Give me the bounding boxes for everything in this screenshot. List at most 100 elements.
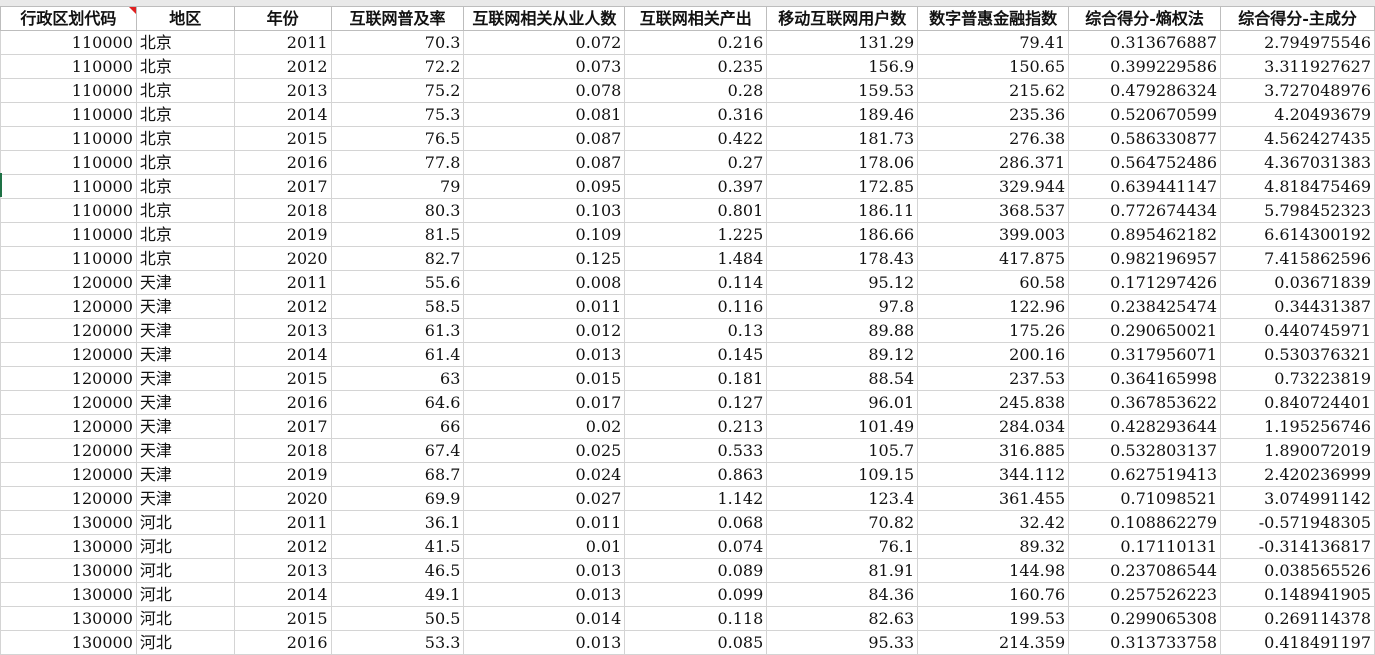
region-name-cell[interactable]: 北京 — [135, 54, 235, 79]
pca-score-cell[interactable]: 4.562427435 — [1220, 126, 1375, 151]
header-cell[interactable]: 数字普惠金融指数 — [917, 6, 1070, 31]
internet-output-cell[interactable]: 0.074 — [624, 534, 768, 559]
year-cell[interactable]: 2014 — [233, 342, 332, 367]
header-cell[interactable]: 综合得分-主成分 — [1220, 6, 1375, 31]
internet-penetration-cell[interactable]: 36.1 — [330, 510, 465, 535]
internet-employees-cell[interactable]: 0.027 — [463, 486, 626, 511]
region-name-cell[interactable]: 北京 — [135, 222, 235, 247]
internet-penetration-cell[interactable]: 53.3 — [330, 630, 465, 655]
entropy-score-cell[interactable]: 0.313733758 — [1068, 630, 1222, 655]
entropy-score-cell[interactable]: 0.586330877 — [1068, 126, 1222, 151]
internet-output-cell[interactable]: 0.116 — [624, 294, 768, 319]
digital-finance-index-cell[interactable]: 399.003 — [917, 222, 1070, 247]
pca-score-cell[interactable]: -0.314136817 — [1220, 534, 1375, 559]
year-cell[interactable]: 2019 — [233, 222, 332, 247]
internet-penetration-cell[interactable]: 79 — [330, 174, 465, 199]
internet-output-cell[interactable]: 0.533 — [624, 438, 768, 463]
internet-penetration-cell[interactable]: 61.3 — [330, 318, 465, 343]
digital-finance-index-cell[interactable]: 368.537 — [917, 198, 1070, 223]
entropy-score-cell[interactable]: 0.532803137 — [1068, 438, 1222, 463]
pca-score-cell[interactable]: 2.794975546 — [1220, 30, 1375, 55]
mobile-users-cell[interactable]: 156.9 — [766, 54, 919, 79]
pca-score-cell[interactable]: -0.571948305 — [1220, 510, 1375, 535]
pca-score-cell[interactable]: 1.890072019 — [1220, 438, 1375, 463]
region-code-cell[interactable]: 110000 — [0, 150, 137, 175]
mobile-users-cell[interactable]: 181.73 — [766, 126, 919, 151]
entropy-score-cell[interactable]: 0.171297426 — [1068, 270, 1222, 295]
header-cell[interactable]: 互联网普及率 — [330, 6, 465, 31]
digital-finance-index-cell[interactable]: 329.944 — [917, 174, 1070, 199]
mobile-users-cell[interactable]: 189.46 — [766, 102, 919, 127]
internet-penetration-cell[interactable]: 46.5 — [330, 558, 465, 583]
digital-finance-index-cell[interactable]: 276.38 — [917, 126, 1070, 151]
region-name-cell[interactable]: 天津 — [135, 366, 235, 391]
pca-score-cell[interactable]: 0.840724401 — [1220, 390, 1375, 415]
internet-output-cell[interactable]: 0.114 — [624, 270, 768, 295]
internet-penetration-cell[interactable]: 80.3 — [330, 198, 465, 223]
region-name-cell[interactable]: 河北 — [135, 534, 235, 559]
internet-employees-cell[interactable]: 0.025 — [463, 438, 626, 463]
internet-employees-cell[interactable]: 0.024 — [463, 462, 626, 487]
region-code-cell[interactable]: 120000 — [0, 462, 137, 487]
internet-employees-cell[interactable]: 0.125 — [463, 246, 626, 271]
year-cell[interactable]: 2011 — [233, 270, 332, 295]
entropy-score-cell[interactable]: 0.479286324 — [1068, 78, 1222, 103]
mobile-users-cell[interactable]: 101.49 — [766, 414, 919, 439]
region-name-cell[interactable]: 天津 — [135, 318, 235, 343]
internet-penetration-cell[interactable]: 49.1 — [330, 582, 465, 607]
digital-finance-index-cell[interactable]: 32.42 — [917, 510, 1070, 535]
digital-finance-index-cell[interactable]: 344.112 — [917, 462, 1070, 487]
region-name-cell[interactable]: 北京 — [135, 126, 235, 151]
internet-output-cell[interactable]: 0.181 — [624, 366, 768, 391]
region-name-cell[interactable]: 北京 — [135, 246, 235, 271]
internet-employees-cell[interactable]: 0.017 — [463, 390, 626, 415]
year-cell[interactable]: 2020 — [233, 246, 332, 271]
year-cell[interactable]: 2013 — [233, 318, 332, 343]
internet-penetration-cell[interactable]: 63 — [330, 366, 465, 391]
year-cell[interactable]: 2016 — [233, 390, 332, 415]
entropy-score-cell[interactable]: 0.639441147 — [1068, 174, 1222, 199]
internet-employees-cell[interactable]: 0.013 — [463, 342, 626, 367]
internet-output-cell[interactable]: 0.235 — [624, 54, 768, 79]
internet-penetration-cell[interactable]: 50.5 — [330, 606, 465, 631]
mobile-users-cell[interactable]: 172.85 — [766, 174, 919, 199]
internet-employees-cell[interactable]: 0.011 — [463, 294, 626, 319]
internet-output-cell[interactable]: 0.118 — [624, 606, 768, 631]
mobile-users-cell[interactable]: 82.63 — [766, 606, 919, 631]
digital-finance-index-cell[interactable]: 245.838 — [917, 390, 1070, 415]
entropy-score-cell[interactable]: 0.17110131 — [1068, 534, 1222, 559]
year-cell[interactable]: 2012 — [233, 534, 332, 559]
internet-output-cell[interactable]: 0.213 — [624, 414, 768, 439]
pca-score-cell[interactable]: 3.074991142 — [1220, 486, 1375, 511]
entropy-score-cell[interactable]: 0.108862279 — [1068, 510, 1222, 535]
mobile-users-cell[interactable]: 76.1 — [766, 534, 919, 559]
year-cell[interactable]: 2020 — [233, 486, 332, 511]
entropy-score-cell[interactable]: 0.772674434 — [1068, 198, 1222, 223]
internet-penetration-cell[interactable]: 70.3 — [330, 30, 465, 55]
pca-score-cell[interactable]: 1.195256746 — [1220, 414, 1375, 439]
year-cell[interactable]: 2011 — [233, 30, 332, 55]
internet-penetration-cell[interactable]: 58.5 — [330, 294, 465, 319]
digital-finance-index-cell[interactable]: 60.58 — [917, 270, 1070, 295]
internet-penetration-cell[interactable]: 72.2 — [330, 54, 465, 79]
pca-score-cell[interactable]: 7.415862596 — [1220, 246, 1375, 271]
digital-finance-index-cell[interactable]: 144.98 — [917, 558, 1070, 583]
internet-penetration-cell[interactable]: 82.7 — [330, 246, 465, 271]
mobile-users-cell[interactable]: 70.82 — [766, 510, 919, 535]
region-name-cell[interactable]: 北京 — [135, 174, 235, 199]
internet-output-cell[interactable]: 1.225 — [624, 222, 768, 247]
pca-score-cell[interactable]: 3.311927627 — [1220, 54, 1375, 79]
mobile-users-cell[interactable]: 131.29 — [766, 30, 919, 55]
internet-penetration-cell[interactable]: 64.6 — [330, 390, 465, 415]
entropy-score-cell[interactable]: 0.364165998 — [1068, 366, 1222, 391]
entropy-score-cell[interactable]: 0.428293644 — [1068, 414, 1222, 439]
region-name-cell[interactable]: 北京 — [135, 198, 235, 223]
pca-score-cell[interactable]: 6.614300192 — [1220, 222, 1375, 247]
digital-finance-index-cell[interactable]: 235.36 — [917, 102, 1070, 127]
internet-output-cell[interactable]: 0.216 — [624, 30, 768, 55]
header-cell[interactable]: 互联网相关产出 — [624, 6, 768, 31]
region-code-cell[interactable]: 110000 — [0, 222, 137, 247]
mobile-users-cell[interactable]: 109.15 — [766, 462, 919, 487]
entropy-score-cell[interactable]: 0.627519413 — [1068, 462, 1222, 487]
region-name-cell[interactable]: 天津 — [135, 486, 235, 511]
